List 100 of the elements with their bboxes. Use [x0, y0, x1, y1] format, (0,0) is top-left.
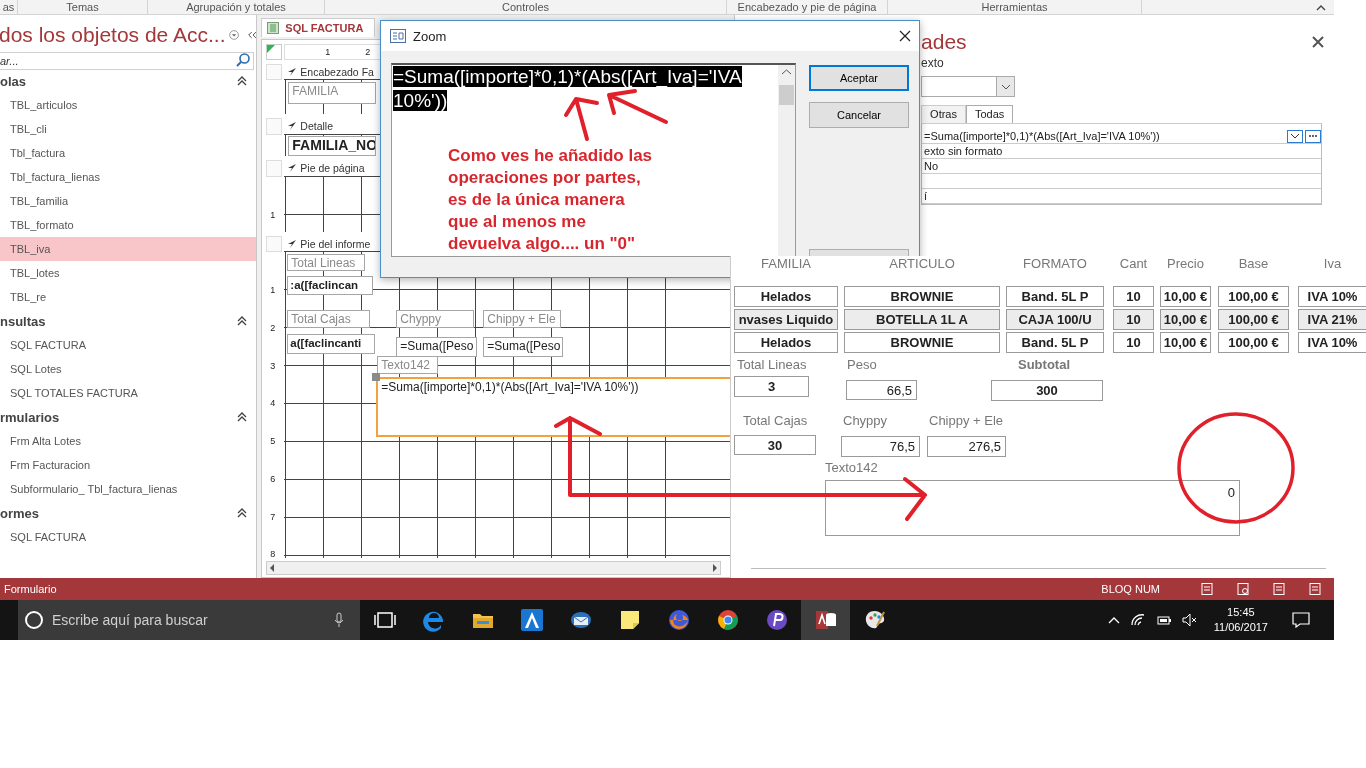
record-field[interactable]: Helados — [734, 286, 838, 307]
print-preview-icon[interactable] — [1236, 582, 1250, 596]
nav-item[interactable]: TBL_re — [0, 285, 257, 309]
total-field[interactable]: 66,5 — [846, 380, 917, 400]
property-value[interactable]: í — [924, 190, 1322, 202]
record-field[interactable]: IVA 21% — [1298, 309, 1366, 330]
group-header[interactable]: nsultas — [0, 309, 257, 333]
record-field[interactable]: BROWNIE — [844, 332, 1000, 353]
control-label[interactable]: Texto142 — [377, 356, 439, 375]
total-field[interactable]: 300 — [991, 380, 1103, 401]
record-field[interactable]: 10 — [1113, 286, 1154, 307]
total-field[interactable]: 3 — [734, 376, 809, 397]
search-field[interactable]: Escribe aquí para buscar — [18, 600, 360, 640]
control-label[interactable]: FAMILIA — [288, 82, 377, 105]
more-icon[interactable] — [1305, 129, 1322, 143]
select-form-icon[interactable] — [266, 44, 283, 60]
collapse-ribbon-icon[interactable] — [1316, 3, 1326, 11]
property-value[interactable]: =Suma([importe]*0,1)*(Abs([Art_Iva]='IVA 10%')) — [924, 130, 1286, 142]
chevron-up-icon[interactable] — [1107, 616, 1120, 624]
dialog-button[interactable]: Aceptar — [809, 65, 909, 91]
resize-handle[interactable] — [372, 373, 381, 382]
nav-item[interactable]: Frm Alta Lotes — [0, 429, 257, 453]
microphone-icon[interactable] — [334, 612, 344, 628]
record-field[interactable]: IVA 10% — [1298, 286, 1366, 307]
control-label[interactable]: Chippy + Ele — [483, 310, 562, 329]
nav-item[interactable]: Tbl_factura — [0, 141, 257, 165]
nav-item[interactable]: Subformulario_ Tbl_factura_lienas — [0, 477, 257, 501]
section-header[interactable]: Encabezado Fa — [287, 65, 374, 78]
text-box[interactable]: =Suma([Peso — [396, 337, 478, 358]
record-field[interactable]: 100,00 € — [1218, 286, 1289, 307]
total-field[interactable]: 276,5 — [927, 436, 1006, 457]
record-field[interactable]: Band. 5L P — [1006, 332, 1104, 353]
nav-item[interactable]: TBL_articulos — [0, 93, 257, 117]
nav-item[interactable]: TBL_familia — [0, 189, 257, 213]
layout-view-icon[interactable] — [1272, 582, 1286, 596]
group-header[interactable]: olas — [0, 69, 257, 93]
muted-speaker-icon[interactable] — [1181, 613, 1198, 627]
nav-item[interactable]: TBL_formato — [0, 213, 257, 237]
record-field[interactable]: BROWNIE — [844, 286, 1000, 307]
record-field[interactable]: 100,00 € — [1218, 332, 1289, 353]
group-header[interactable]: rmularios — [0, 405, 257, 429]
collapse-pane-icon[interactable] — [247, 30, 257, 40]
wifi-icon[interactable] — [1129, 613, 1146, 627]
record-field[interactable]: Helados — [734, 332, 838, 353]
text-box[interactable]: :a([faclincan — [287, 276, 374, 296]
circle-app-icon[interactable] — [715, 608, 740, 632]
nav-item[interactable]: SQL FACTURA — [0, 333, 257, 357]
property-value[interactable]: exto sin formato — [924, 145, 1322, 157]
scroll-thumb[interactable] — [779, 85, 794, 105]
record-field[interactable]: BOTELLA 1L A — [844, 309, 1000, 330]
record-field[interactable]: IVA 10% — [1298, 332, 1366, 353]
document-tab[interactable]: SQL FACTURA — [261, 18, 376, 37]
close-icon[interactable] — [899, 30, 911, 42]
nav-item[interactable]: SQL TOTALES FACTURA — [0, 381, 257, 405]
design-view-icon[interactable] — [1308, 582, 1322, 596]
nav-item[interactable]: TBL_lotes — [0, 261, 257, 285]
text-box[interactable]: =Suma([Peso — [483, 337, 564, 358]
total-field[interactable]: 76,5 — [841, 436, 920, 457]
close-icon[interactable] — [1312, 36, 1325, 48]
expression-field[interactable]: =Suma([importe]*0,1)*(Abs([Art_Iva]='IVA 10%')) Como ves he añadido las operaciones por partes, es de la única manera que al menos me devuelva algo.... un "0" — [391, 63, 796, 257]
record-field[interactable]: Band. 5L P — [1006, 286, 1104, 307]
globe-icon[interactable] — [666, 608, 691, 632]
notification-icon[interactable] — [1292, 612, 1310, 628]
record-field[interactable]: 10,00 € — [1160, 309, 1211, 330]
section-header[interactable]: Pie de página — [287, 161, 365, 174]
round-app-icon[interactable] — [764, 608, 789, 632]
nav-item[interactable]: Tbl_factura_lienas — [0, 165, 257, 189]
section-header[interactable]: Pie del informe — [287, 237, 371, 250]
database-app-icon[interactable] — [813, 608, 838, 632]
triangle-app-icon[interactable] — [519, 608, 544, 632]
property-tab[interactable]: Otras — [921, 105, 966, 123]
record-field[interactable]: 10 — [1113, 332, 1154, 353]
text-box[interactable]: a([faclincanti — [287, 334, 376, 355]
control-label[interactable]: Total Cajas — [287, 310, 371, 329]
property-tab[interactable]: Todas — [966, 105, 1014, 123]
property-value[interactable]: No — [924, 160, 1322, 172]
control-label[interactable]: Total Lineas — [287, 254, 366, 272]
dialog-button[interactable]: Cancelar — [809, 102, 909, 128]
nav-item[interactable]: SQL FACTURA — [0, 525, 257, 549]
record-field[interactable]: CAJA 100/U — [1006, 309, 1104, 330]
battery-icon[interactable] — [1155, 614, 1172, 626]
record-field[interactable]: 10,00 € — [1160, 286, 1211, 307]
total-field[interactable]: 0 — [825, 480, 1240, 536]
record-field[interactable]: 10 — [1113, 309, 1154, 330]
search-icon[interactable] — [235, 52, 252, 68]
form-view-icon[interactable] — [1200, 582, 1214, 596]
record-field[interactable]: 10,00 € — [1160, 332, 1211, 353]
group-header[interactable]: ormes — [0, 501, 257, 525]
nav-item[interactable]: Frm Facturacion — [0, 453, 257, 477]
clock[interactable]: 15:45 11/06/2017 — [1213, 605, 1268, 635]
control-label[interactable]: Chyppy — [396, 310, 475, 329]
record-field[interactable]: 100,00 € — [1218, 309, 1289, 330]
dropdown-icon[interactable] — [229, 28, 240, 42]
nav-item[interactable]: TBL_iva — [0, 237, 257, 261]
record-field[interactable]: nvases Liquido — [734, 309, 838, 330]
nav-item[interactable]: TBL_cli — [0, 117, 257, 141]
search-field[interactable]: ar... — [0, 52, 255, 70]
total-field[interactable]: 30 — [734, 435, 816, 455]
nav-item[interactable]: SQL Lotes — [0, 357, 257, 381]
section-header[interactable]: Detalle — [287, 120, 333, 133]
